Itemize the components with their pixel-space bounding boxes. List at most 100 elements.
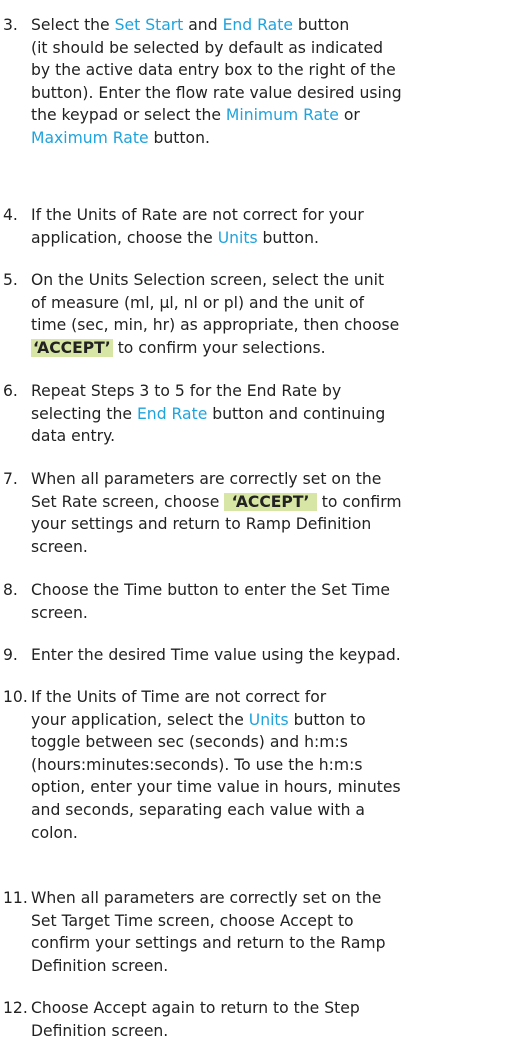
step-text-line: screen. bbox=[31, 602, 521, 625]
text-segment: colon. bbox=[31, 823, 78, 842]
text-segment: screen. bbox=[31, 603, 88, 622]
step-text-line: time (sec, min, hr) as appropriate, then… bbox=[31, 314, 521, 337]
button-name-reference: End Rate bbox=[136, 404, 208, 423]
step-text: Select the Set Start and End Rate button… bbox=[31, 14, 521, 150]
text-segment: confirm your settings and return to the … bbox=[31, 934, 386, 953]
step-text-line: of measure (ml, µl, nl or pl) and the un… bbox=[31, 292, 521, 315]
step-text-line: Choose Accept again to return to the Ste… bbox=[31, 997, 521, 1020]
text-segment: Select the bbox=[31, 16, 115, 34]
text-segment: by the active data entry box to the righ… bbox=[31, 61, 396, 80]
text-segment: time (sec, min, hr) as appropriate, then… bbox=[31, 316, 400, 335]
step-text-line: selecting the End Rate button and contin… bbox=[31, 403, 521, 426]
step-number: 12. bbox=[3, 999, 28, 1017]
step-text: When all parameters are correctly set on… bbox=[31, 887, 521, 977]
step-text-line: (it should be selected by default as ind… bbox=[31, 37, 521, 60]
step-text-line: Maximum Rate button. bbox=[31, 127, 521, 150]
step-text-line: your settings and return to Ramp Definit… bbox=[31, 513, 521, 536]
step-text-line: When all parameters are correctly set on… bbox=[31, 887, 521, 910]
text-segment: button. bbox=[257, 228, 319, 247]
text-segment: (hours:minutes:seconds). To use the h:m:… bbox=[31, 755, 363, 774]
step-text-line: the keypad or select the Minimum Rate or bbox=[31, 104, 521, 127]
step-text-line: Choose the Time button to enter the Set … bbox=[31, 579, 521, 602]
text-segment: If the Units of Rate are not correct for… bbox=[31, 206, 364, 224]
text-segment: If the Units of Time are not correct for bbox=[31, 688, 327, 706]
text-segment: button to bbox=[288, 710, 366, 729]
step-text: Enter the desired Time value using the k… bbox=[31, 644, 521, 667]
step-number: 4. bbox=[3, 206, 18, 224]
button-name-reference: Units bbox=[217, 228, 258, 247]
text-segment: button and continuing bbox=[207, 404, 386, 423]
step-text-line: and seconds, separating each value with … bbox=[31, 799, 521, 822]
text-segment: When all parameters are correctly set on… bbox=[31, 470, 382, 488]
step-number: 11. bbox=[3, 889, 28, 907]
text-segment: and seconds, separating each value with … bbox=[31, 800, 365, 819]
step-text-line: toggle between sec (seconds) and h:m:s bbox=[31, 731, 521, 754]
step-text: If the Units of Time are not correct for… bbox=[31, 686, 521, 844]
text-segment: Set Rate screen, choose bbox=[31, 492, 225, 511]
button-name-reference: Minimum Rate bbox=[225, 106, 339, 125]
step-text-line: When all parameters are correctly set on… bbox=[31, 468, 521, 491]
text-segment: screen. bbox=[31, 537, 88, 556]
text-segment: Definition screen. bbox=[31, 1021, 169, 1040]
step-number: 8. bbox=[3, 581, 18, 599]
button-name-reference: Units bbox=[248, 710, 289, 729]
step-text-line: colon. bbox=[31, 822, 521, 845]
step-text-line: data entry. bbox=[31, 425, 521, 448]
step-text-line: Enter the desired Time value using the k… bbox=[31, 644, 521, 667]
text-segment: On the Units Selection screen, select th… bbox=[31, 271, 385, 289]
step-text-line: Set Target Time screen, choose Accept to bbox=[31, 910, 521, 933]
text-segment: button). Enter the flow rate value desir… bbox=[31, 83, 402, 102]
text-segment: or bbox=[338, 106, 360, 125]
step-number: 5. bbox=[3, 271, 18, 289]
text-segment: to confirm your selections. bbox=[112, 338, 326, 357]
button-name-reference: Set Start bbox=[114, 16, 184, 34]
step-text-line: your application, select the Units butto… bbox=[31, 709, 521, 732]
accept-keyword-highlight: ‘ACCEPT’ bbox=[224, 492, 317, 511]
step-text: If the Units of Rate are not correct for… bbox=[31, 204, 521, 249]
text-segment: application, choose the bbox=[31, 228, 218, 247]
step-text-line: If the Units of Rate are not correct for… bbox=[31, 204, 521, 227]
text-segment: data entry. bbox=[31, 427, 116, 446]
button-name-reference: Maximum Rate bbox=[31, 128, 149, 147]
step-number: 7. bbox=[3, 470, 18, 488]
text-segment: of measure (ml, µl, nl or pl) and the un… bbox=[31, 293, 365, 312]
text-segment: button bbox=[292, 16, 350, 34]
step-number: 10. bbox=[3, 688, 28, 706]
text-segment: and bbox=[183, 16, 223, 34]
text-segment: Repeat Steps 3 to 5 for the End Rate by bbox=[31, 382, 342, 400]
text-segment: option, enter your time value in hours, … bbox=[31, 778, 401, 797]
step-text-line: Select the Set Start and End Rate button bbox=[31, 14, 521, 37]
step-text-line: (hours:minutes:seconds). To use the h:m:… bbox=[31, 754, 521, 777]
text-segment: Enter the desired Time value using the k… bbox=[31, 646, 401, 664]
step-text: Choose the Time button to enter the Set … bbox=[31, 579, 521, 624]
step-text-line: screen. bbox=[31, 536, 521, 559]
text-segment: Definition screen. bbox=[31, 956, 169, 975]
step-text: On the Units Selection screen, select th… bbox=[31, 269, 521, 359]
text-segment: Choose Accept again to return to the Ste… bbox=[31, 999, 360, 1017]
text-segment: When all parameters are correctly set on… bbox=[31, 889, 382, 907]
step-text: When all parameters are correctly set on… bbox=[31, 468, 521, 558]
button-name-reference: End Rate bbox=[222, 16, 293, 34]
text-segment: Choose the Time button to enter the Set … bbox=[31, 581, 391, 599]
step-text-line: application, choose the Units button. bbox=[31, 227, 521, 250]
text-segment: your application, select the bbox=[31, 710, 249, 729]
accept-keyword-highlight: ‘ACCEPT’ bbox=[31, 338, 113, 357]
step-text-line: Repeat Steps 3 to 5 for the End Rate by bbox=[31, 380, 521, 403]
step-text-line: button). Enter the flow rate value desir… bbox=[31, 82, 521, 105]
step-text-line: by the active data entry box to the righ… bbox=[31, 59, 521, 82]
step-text-line: option, enter your time value in hours, … bbox=[31, 776, 521, 799]
step-text-line: If the Units of Time are not correct for bbox=[31, 686, 521, 709]
text-segment: to confirm bbox=[316, 492, 402, 511]
step-text-line: confirm your settings and return to the … bbox=[31, 932, 521, 955]
step-text-line: ‘ACCEPT’ to confirm your selections. bbox=[31, 337, 521, 360]
step-number: 6. bbox=[3, 382, 18, 400]
text-segment: the keypad or select the bbox=[31, 106, 226, 125]
step-text-line: On the Units Selection screen, select th… bbox=[31, 269, 521, 292]
text-segment: button. bbox=[148, 128, 210, 147]
step-number: 3. bbox=[3, 16, 18, 34]
text-segment: (it should be selected by default as ind… bbox=[31, 38, 384, 57]
text-segment: selecting the bbox=[31, 404, 137, 423]
step-text: Choose Accept again to return to the Ste… bbox=[31, 997, 521, 1042]
text-segment: Set Target Time screen, choose Accept to bbox=[31, 911, 354, 930]
text-segment: toggle between sec (seconds) and h:m:s bbox=[31, 733, 348, 752]
